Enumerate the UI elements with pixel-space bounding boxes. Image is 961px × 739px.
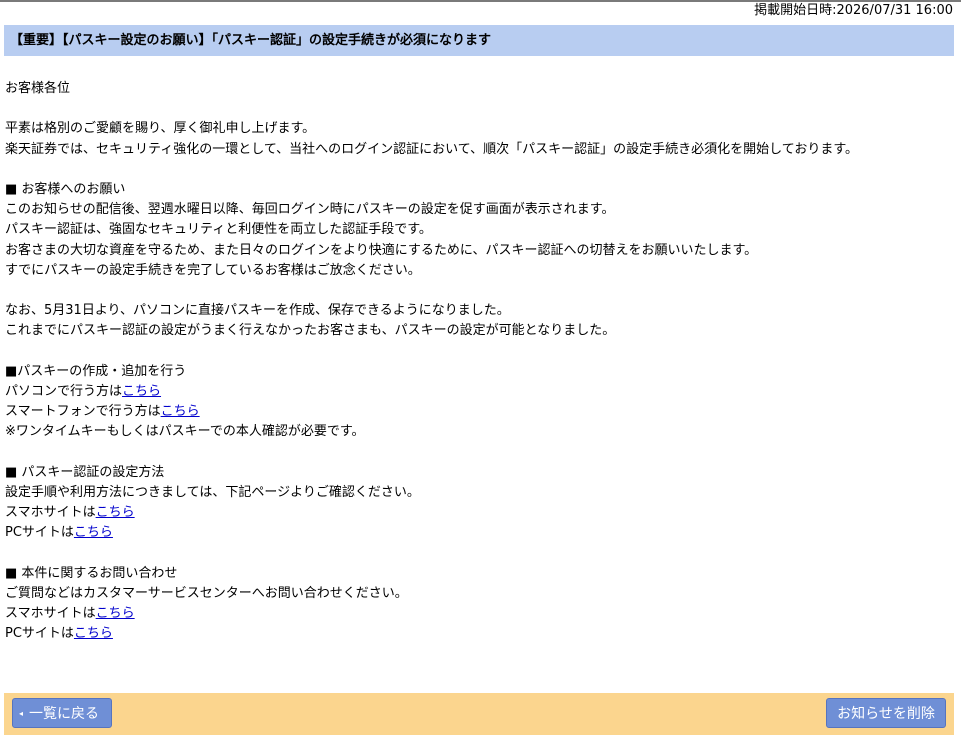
setup-sp-row: スマホサイトはこちら [5,503,950,523]
intro-line-2: 楽天証券では、セキュリティ強化の一環として、当社へのログイン認証において、順次「… [5,141,859,157]
footer-bar: ◂ 一覧に戻る お知らせを削除 [4,693,954,735]
request-line-2: パスキー認証は、強固なセキュリティと利便性を両立した認証手段です。 [5,222,432,238]
contact-sp-row: スマホサイトはこちら [5,604,950,624]
delete-notice-label: お知らせを削除 [837,706,935,722]
setup-pc-link[interactable]: こちら [74,525,113,540]
create-heading: ■パスキーの作成・追加を行う [5,363,187,379]
create-sp-text: スマートフォンで行う方は [5,404,161,419]
contact-pc-row: PCサイトはこちら [5,624,950,644]
request-line-1: このお知らせの配信後、翌週水曜日以降、毎回ログイン時にパスキーの設定を促す画面が… [5,202,615,218]
contact-pc-text: PCサイトは [5,626,74,642]
notice-body: お客様各位 平素は格別のご愛顧を賜り、厚く御礼申し上げます。 楽天証券では、セキ… [5,79,950,644]
request-line-3: お客さまの大切な資産を守るため、また日々のログインをより快適にするために、パスキ… [5,242,758,258]
contact-text: ご質問などはカスタマーサービスセンターへお問い合わせください。 [5,585,408,601]
delete-notice-button[interactable]: お知らせを削除 [826,698,946,728]
contact-sp-text: スマホサイトは [5,605,96,621]
notice-line-1: なお、5月31日より、パソコンに直接パスキーを作成、保存できるようになりました。 [5,303,510,319]
notice-line-2: これまでにパスキー認証の設定がうまく行えなかったお客さまも、パスキーの設定が可能… [5,323,616,339]
create-sp-link[interactable]: こちら [161,404,200,419]
intro-line-1: 平素は格別のご愛顧を賜り、厚く御礼申し上げます。 [5,121,316,137]
left-arrow-icon: ◂ [19,709,24,718]
request-line-4: すでにパスキーの設定手続きを完了しているお客様はご放念ください。 [5,262,421,278]
create-pc-row: パソコンで行う方はこちら [5,382,950,402]
greeting: お客様各位 [5,81,71,96]
setup-text: 設定手順や利用方法につきましては、下記ページよりご確認ください。 [5,484,420,500]
notice-title: 【重要】【パスキー設定のお願い】「パスキー認証」の設定手続きが必須になります [4,25,954,56]
contact-sp-link[interactable]: こちら [96,606,135,621]
back-to-list-button[interactable]: ◂ 一覧に戻る [12,698,112,728]
contact-heading: ■ 本件に関するお問い合わせ [5,565,178,581]
create-sp-row: スマートフォンで行う方はこちら [5,402,950,422]
back-to-list-label: 一覧に戻る [29,706,100,722]
setup-heading: ■ パスキー認証の設定方法 [5,464,165,480]
create-pc-text: パソコンで行う方は [5,383,123,399]
setup-sp-link[interactable]: こちら [96,505,135,520]
setup-pc-row: PCサイトはこちら [5,523,950,543]
setup-sp-text: スマホサイトは [5,504,96,520]
publish-date: 掲載開始日時:2026/07/31 16:00 [754,3,953,18]
create-note: ※ワンタイムキーもしくはパスキーでの本人確認が必要です。 [5,424,365,440]
setup-pc-text: PCサイトは [5,525,74,541]
create-pc-link[interactable]: こちら [122,384,161,399]
contact-pc-link[interactable]: こちら [74,626,113,641]
request-heading: ■ お客様へのお願い [5,181,126,197]
